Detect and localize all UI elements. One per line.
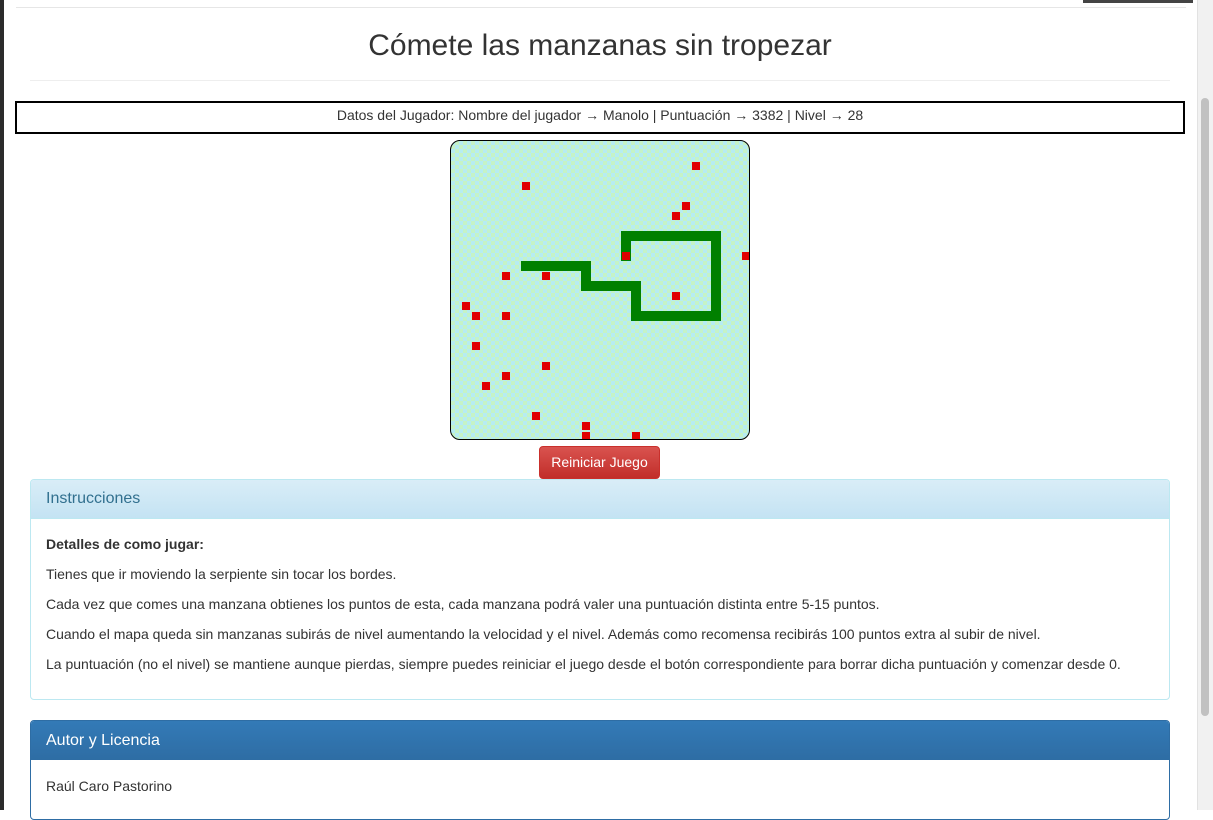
author-panel: Autor y Licencia Raúl Caro Pastorino (30, 720, 1170, 820)
apple (622, 252, 630, 260)
apple (672, 212, 680, 220)
player-data-text: Datos del Jugador: Nombre del jugador → … (336, 107, 864, 123)
apple (582, 422, 590, 430)
instruction-line: La puntuación (no el nivel) se mantiene … (46, 656, 1121, 672)
game-board[interactable] (450, 140, 750, 440)
apple (692, 162, 700, 170)
snake-segment (711, 291, 721, 301)
snake-segment (711, 251, 721, 261)
snake-segment (701, 311, 711, 321)
snake-segment (571, 261, 581, 271)
instructions-heading: Instrucciones (31, 480, 1169, 519)
snake-segment (711, 311, 721, 321)
apple (742, 252, 749, 260)
snake-segment (521, 261, 531, 271)
instruction-line: Tienes que ir moviendo la serpiente sin … (46, 566, 397, 582)
snake-segment (701, 231, 711, 241)
snake-segment (691, 231, 701, 241)
apple (502, 312, 510, 320)
snake-segment (581, 281, 591, 291)
snake-segment (601, 281, 611, 291)
snake-segment (711, 231, 721, 241)
snake-segment (561, 261, 571, 271)
snake-segment (711, 301, 721, 311)
apple (472, 342, 480, 350)
snake-segment (531, 261, 541, 271)
apple (502, 272, 510, 280)
snake-segment (621, 241, 631, 251)
snake-segment (711, 261, 721, 271)
instruction-line: Cada vez que comes una manzana obtienes … (46, 596, 880, 612)
instructions-subtitle: Detalles de como jugar: (46, 536, 204, 552)
snake-segment (621, 231, 631, 241)
apple (472, 312, 480, 320)
snake-segment (631, 301, 641, 311)
snake-segment (661, 311, 671, 321)
apple (522, 182, 530, 190)
snake-segment (581, 271, 591, 281)
snake-segment (631, 311, 641, 321)
snake-segment (711, 241, 721, 251)
apple (502, 372, 510, 380)
apple (682, 202, 690, 210)
window-left-edge (0, 0, 4, 810)
snake-segment (671, 311, 681, 321)
snake-segment (651, 311, 661, 321)
snake-segment (541, 261, 551, 271)
snake-segment (671, 231, 681, 241)
scrollbar-thumb[interactable] (1201, 98, 1209, 716)
snake-segment (621, 281, 631, 291)
instruction-line: Cuando el mapa queda sin manzanas subirá… (46, 626, 1041, 642)
snake-segment (631, 281, 641, 291)
apple (672, 292, 680, 300)
snake-segment (651, 231, 661, 241)
player-data-box: Datos del Jugador: Nombre del jugador → … (15, 101, 1185, 134)
apple (632, 432, 640, 439)
snake-segment (661, 231, 671, 241)
apple (542, 362, 550, 370)
title-divider (30, 80, 1170, 81)
top-divider (16, 7, 1186, 8)
snake-segment (581, 261, 591, 271)
author-heading: Autor y Licencia (31, 721, 1169, 760)
snake-segment (631, 291, 641, 301)
instructions-panel: Instrucciones Detalles de como jugar: Ti… (30, 479, 1170, 700)
snake-segment (631, 231, 641, 241)
apple (462, 302, 470, 310)
snake-segment (641, 231, 651, 241)
apple (582, 432, 590, 439)
apple (532, 412, 540, 420)
apple (542, 272, 550, 280)
window-top-edge (1083, 0, 1193, 3)
snake-segment (551, 261, 561, 271)
snake-segment (711, 271, 721, 281)
game-canvas (462, 162, 749, 439)
snake-segment (641, 311, 651, 321)
instructions-body: Detalles de como jugar: Tienes que ir mo… (31, 519, 1169, 674)
snake-segment (591, 281, 601, 291)
snake-segment (711, 281, 721, 291)
snake-segment (681, 311, 691, 321)
snake-segment (691, 311, 701, 321)
author-name: Raúl Caro Pastorino (46, 778, 173, 794)
restart-game-button[interactable]: Reiniciar Juego (539, 446, 660, 479)
snake-segment (611, 281, 621, 291)
snake-segment (681, 231, 691, 241)
apple (482, 382, 490, 390)
page-title: Cómete las manzanas sin tropezar (368, 29, 832, 62)
